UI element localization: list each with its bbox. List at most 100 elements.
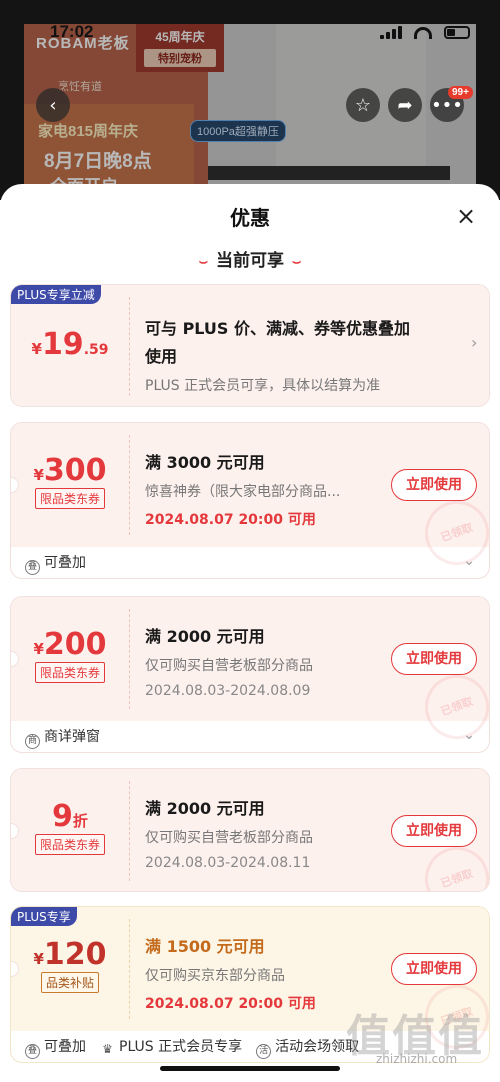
sheet-title: 优惠 xyxy=(230,206,270,230)
use-now-button[interactable]: 立即使用 xyxy=(391,953,477,985)
footer-label: 可叠加 xyxy=(44,1038,86,1055)
section-title: 当前可享 xyxy=(216,251,284,271)
card-divider xyxy=(129,919,130,1019)
plus-corner-tag: PLUS专享立减 xyxy=(11,285,101,304)
coupon-amount: ¥120 xyxy=(11,937,129,972)
coupon-body: ¥300 限品类东券 满 3000 元可用 惊喜神券（限大家电部分商品... 2… xyxy=(11,423,489,575)
chevron-down-icon[interactable]: ⌄ xyxy=(463,553,475,569)
use-now-button[interactable]: 立即使用 xyxy=(391,815,477,847)
coupon-date: 2024.08.03-2024.08.11 xyxy=(145,855,311,871)
coupon-body: ¥200 限品类东券 满 2000 元可用 仅可购买自营老板部分商品 2024.… xyxy=(11,597,489,749)
plus-title-line1: 可与 PLUS 价、满减、券等优惠叠加 xyxy=(145,319,411,338)
coupon-type-tag: 限品类东券 xyxy=(34,834,105,855)
battery-icon xyxy=(444,26,470,39)
amount-number: 9 xyxy=(52,799,73,834)
footer-label: 可叠加 xyxy=(44,554,86,571)
coupon-value: ¥120 品类补贴 xyxy=(11,937,129,993)
section-deco-right: ⌣ xyxy=(292,254,302,270)
plus-corner-tag: PLUS专享 xyxy=(11,907,77,926)
product-page-background: ROBAM老板 烹饪有道 45周年庆 特别宠粉 家电815周年庆 8月7日晚8点… xyxy=(0,0,500,200)
price-decimal: .59 xyxy=(83,342,109,358)
coupon-amount: ¥200 xyxy=(11,627,129,662)
coupon-card: ¥300 限品类东券 满 3000 元可用 惊喜神券（限大家电部分商品... 2… xyxy=(10,422,490,579)
footer-item: 叠可叠加 xyxy=(25,1036,86,1059)
amount-number: 200 xyxy=(43,627,107,662)
close-icon: × xyxy=(455,202,477,230)
plus-title-line2: 使用 xyxy=(145,347,178,366)
plus-discount-card[interactable]: PLUS专享立减 ¥19.59 可与 PLUS 价、满减、券等优惠叠加 使用 P… xyxy=(10,284,490,407)
star-icon: ☆ xyxy=(354,94,372,116)
coupon-title: 满 2000 元可用 xyxy=(145,799,265,818)
coupon-date: 2024.08.07 20:00 可用 xyxy=(145,996,316,1012)
chevron-left-icon: ‹ xyxy=(49,94,57,116)
coupon-info: 满 2000 元可用 仅可购买自营老板部分商品 2024.08.03-2024.… xyxy=(145,623,367,699)
card-divider xyxy=(129,297,130,396)
coupon-body: 9折 限品类东券 满 2000 元可用 仅可购买自营老板部分商品 2024.08… xyxy=(11,769,489,891)
currency-symbol: ¥ xyxy=(31,340,42,358)
stack-icon: 叠 xyxy=(25,559,40,575)
share-icon: ➦ xyxy=(397,94,413,116)
coupon-card: ¥200 限品类东券 满 2000 元可用 仅可购买自营老板部分商品 2024.… xyxy=(10,596,490,753)
section-header: ⌣ 当前可享 ⌣ xyxy=(0,246,500,271)
coupon-type-tag: 限品类东券 xyxy=(34,488,105,509)
footer-item: 叠可叠加 xyxy=(25,552,86,575)
coupon-date: 2024.08.07 20:00 可用 xyxy=(145,512,316,528)
use-now-button[interactable]: 立即使用 xyxy=(391,469,477,501)
status-icons xyxy=(380,26,470,39)
back-button[interactable]: ‹ xyxy=(36,88,70,122)
coupon-desc: 仅可购买自营老板部分商品 xyxy=(145,658,313,674)
plus-info: 可与 PLUS 价、满减、券等优惠叠加 使用 PLUS 正式会员可享，具体以结算… xyxy=(145,315,445,395)
amount-number: 120 xyxy=(43,937,107,972)
amount-number: 300 xyxy=(43,453,107,488)
notification-badge: 99+ xyxy=(448,86,473,99)
home-indicator[interactable] xyxy=(160,1066,340,1071)
event-icon: 活 xyxy=(256,1043,272,1059)
coupon-type-tag: 品类补贴 xyxy=(40,972,99,993)
plus-price: ¥19.59 xyxy=(31,327,109,362)
status-time: 17:02 xyxy=(50,22,94,41)
price-integer: 19 xyxy=(41,327,84,362)
coupon-desc: 仅可购买自营老板部分商品 xyxy=(145,830,313,846)
coupon-value: ¥200 限品类东券 xyxy=(11,627,129,683)
currency-symbol: ¥ xyxy=(33,466,44,484)
crown-icon: ♛ xyxy=(102,1042,113,1056)
coupon-amount: 9折 xyxy=(11,799,129,834)
currency-symbol: ¥ xyxy=(33,640,44,658)
coupon-footer[interactable]: 商商详弹窗 ⌄ xyxy=(11,721,489,752)
plus-desc: PLUS 正式会员可享，具体以结算为准 xyxy=(145,378,381,394)
discount-unit: 折 xyxy=(72,812,88,830)
chevron-right-icon: › xyxy=(471,333,478,352)
card-divider xyxy=(129,609,130,709)
use-now-button[interactable]: 立即使用 xyxy=(391,643,477,675)
coupon-info: 满 2000 元可用 仅可购买自营老板部分商品 2024.08.03-2024.… xyxy=(145,795,367,871)
coupon-date: 2024.08.03-2024.08.09 xyxy=(145,683,311,699)
coupon-desc: 惊喜神券（限大家电部分商品... xyxy=(145,484,341,500)
coupon-footer[interactable]: 叠可叠加 ⌄ xyxy=(11,547,489,578)
chevron-down-icon[interactable]: ⌄ xyxy=(463,727,475,743)
coupon-card: 9折 限品类东券 满 2000 元可用 仅可购买自营老板部分商品 2024.08… xyxy=(10,768,490,892)
currency-symbol: ¥ xyxy=(33,950,44,968)
coupon-type-tag: 限品类东券 xyxy=(34,662,105,683)
price-block: ¥19.59 xyxy=(11,327,129,362)
coupon-info: 满 1500 元可用 仅可购买京东部分商品 2024.08.07 20:00 可… xyxy=(145,933,367,1013)
coupon-title: 满 3000 元可用 xyxy=(145,453,265,472)
wifi-icon xyxy=(414,26,432,39)
favorite-button[interactable]: ☆ xyxy=(346,88,380,122)
footer-item: 活活动会场领取 xyxy=(256,1036,359,1059)
coupon-amount: ¥300 xyxy=(11,453,129,488)
coupon-desc: 仅可购买京东部分商品 xyxy=(145,968,285,984)
close-button[interactable]: × xyxy=(452,202,480,230)
coupon-value: 9折 限品类东券 xyxy=(11,799,129,855)
watermark-url: zhizhizhi.com xyxy=(376,1052,458,1066)
card-divider xyxy=(129,781,130,881)
share-button[interactable]: ➦ xyxy=(388,88,422,122)
card-divider xyxy=(129,435,130,535)
footer-label: PLUS 正式会员专享 xyxy=(119,1039,243,1055)
coupon-info: 满 3000 元可用 惊喜神券（限大家电部分商品... 2024.08.07 2… xyxy=(145,449,367,529)
stack-icon: 叠 xyxy=(25,1043,40,1059)
coupon-value: ¥300 限品类东券 xyxy=(11,453,129,509)
signal-icon xyxy=(380,26,402,39)
footer-item: ♛ PLUS 正式会员专享 xyxy=(100,1036,242,1058)
coupon-title: 满 1500 元可用 xyxy=(145,937,265,956)
footer-item: 商商详弹窗 xyxy=(25,726,100,749)
